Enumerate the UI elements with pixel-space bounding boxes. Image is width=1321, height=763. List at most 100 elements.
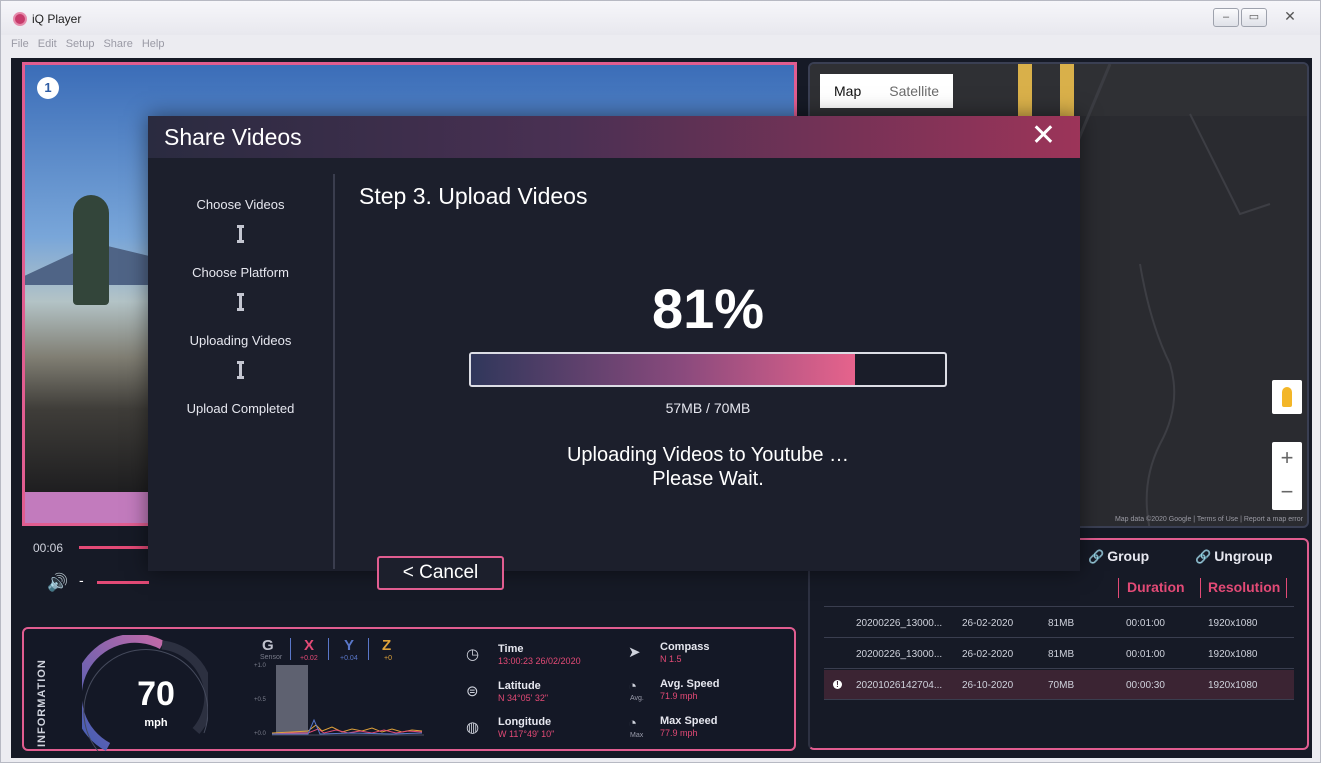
step-uploading-videos: Uploading Videos	[189, 333, 292, 348]
longitude-label: Longitude	[498, 716, 552, 728]
globe-icon: ⊜	[466, 683, 479, 700]
unlink-icon: 🔗	[1195, 549, 1212, 564]
column-separator	[1200, 578, 1201, 598]
cell-size: 81MB	[1048, 649, 1075, 660]
step-heading: Step 3. Upload Videos	[359, 183, 588, 209]
max-speed-label: Max Speed	[660, 715, 718, 727]
time-label: Time	[498, 643, 524, 655]
cell-resolution: 1920x1080	[1208, 649, 1258, 660]
alert-icon: !	[833, 680, 842, 689]
group-button-label: Group	[1107, 548, 1150, 564]
ungroup-button-label: Ungroup	[1214, 548, 1273, 564]
cell-name: 20201026142704...	[856, 680, 943, 691]
app-logo-icon	[13, 12, 27, 26]
map-credit[interactable]: Map data ©2020 Google | Terms of Use | R…	[1115, 516, 1303, 523]
dialog-header: Share Videos ✕	[148, 116, 1080, 158]
cell-resolution: 1920x1080	[1208, 618, 1258, 629]
gsensor-plot	[271, 665, 424, 736]
step-divider	[333, 174, 335, 569]
cell-date: 26-02-2020	[962, 618, 1014, 629]
volume-dash: -	[79, 572, 84, 588]
app-body: 1 00:06 🔊 - Map Satellite + − Map data ©…	[11, 58, 1312, 758]
cell-size: 81MB	[1048, 618, 1075, 629]
volume-slider[interactable]	[97, 581, 149, 584]
camera-number-badge[interactable]: 1	[37, 77, 59, 99]
compass-value: N 1.5	[660, 654, 682, 664]
time-value: 13:00:23 26/02/2020	[498, 656, 581, 666]
app-title: iQ Player	[32, 12, 82, 26]
seek-bar[interactable]	[79, 546, 149, 549]
speaker-icon[interactable]: 🔊	[47, 573, 68, 593]
upload-percent: 81%	[651, 277, 765, 340]
menu-help[interactable]: Help	[142, 38, 165, 54]
step-list: Choose Videos Choose Platform Uploading …	[148, 158, 333, 571]
group-button[interactable]: 🔗 Group	[1088, 548, 1149, 565]
step-connector	[237, 225, 244, 243]
table-row[interactable]: 20200226_13000... 26-02-2020 81MB 00:01:…	[824, 608, 1294, 638]
information-panel: INFORMATION 70 mph G Sensor X +0.02 Y +0…	[22, 627, 796, 752]
cell-date: 26-02-2020	[962, 649, 1014, 660]
max-icon-label: Max	[630, 732, 644, 739]
avg-speed-label: Avg. Speed	[660, 678, 720, 690]
header-rule	[824, 606, 1294, 607]
step-connector	[237, 293, 244, 311]
zoom-in-button[interactable]: +	[1272, 442, 1302, 476]
speed-value: 70	[137, 675, 175, 713]
speedometer-icon: ◔	[628, 678, 638, 695]
cell-name: 20200226_13000...	[856, 649, 943, 660]
ungroup-button[interactable]: 🔗 Ungroup	[1195, 548, 1273, 565]
max-speed-value: 77.9 mph	[660, 728, 698, 738]
app-window: iQ Player – ▭ ✕ File Edit Setup Share He…	[0, 0, 1321, 763]
cell-date: 26-10-2020	[962, 680, 1014, 691]
step-choose-platform: Choose Platform	[192, 265, 289, 280]
cell-size: 70MB	[1048, 680, 1075, 691]
speed-unit: mph	[144, 717, 168, 729]
tab-map[interactable]: Map	[820, 83, 875, 99]
speedometer-icon: ◔	[628, 715, 638, 732]
close-window-button[interactable]: ✕	[1277, 8, 1303, 27]
step-choose-videos: Choose Videos	[196, 197, 285, 212]
video-tree	[73, 195, 109, 305]
latitude-label: Latitude	[498, 680, 541, 692]
link-icon: 🔗	[1088, 549, 1105, 564]
street-view-pegman-icon[interactable]	[1272, 380, 1302, 414]
upload-message-line1: Uploading Videos to Youtube …	[566, 444, 850, 466]
cancel-button[interactable]: < Cancel	[377, 556, 504, 590]
zoom-out-button[interactable]: −	[1272, 476, 1302, 510]
avg-speed-value: 71.9 mph	[660, 691, 698, 701]
playback-timecode: 00:06	[33, 541, 64, 555]
cell-resolution: 1920x1080	[1208, 680, 1258, 691]
tab-satellite[interactable]: Satellite	[875, 83, 953, 99]
table-row[interactable]: 20200226_13000... 26-02-2020 81MB 00:01:…	[824, 639, 1294, 669]
compass-icon: ➤	[628, 644, 641, 661]
column-resolution[interactable]: Resolution	[1208, 579, 1280, 595]
close-dialog-button[interactable]: ✕	[1031, 120, 1056, 152]
upload-message: Uploading Videos to Youtube … Please Wai…	[468, 443, 948, 491]
menu-file[interactable]: File	[11, 38, 29, 54]
cell-name: 20200226_13000...	[856, 618, 943, 629]
menu-share[interactable]: Share	[103, 38, 132, 54]
step-upload-completed: Upload Completed	[186, 401, 295, 416]
share-videos-dialog: Share Videos ✕ Choose Videos Choose Plat…	[148, 116, 1080, 590]
cell-duration: 00:01:00	[1126, 649, 1165, 660]
cell-duration: 00:00:30	[1126, 680, 1165, 691]
dialog-title: Share Videos	[164, 124, 302, 150]
avg-icon-label: Avg.	[630, 695, 644, 702]
minimize-button[interactable]: –	[1213, 8, 1239, 27]
latitude-value: N 34°05' 32"	[498, 693, 549, 703]
upload-size-status: 57MB / 70MB	[665, 400, 751, 416]
zoom-control: + −	[1272, 442, 1302, 510]
information-label: INFORMATION	[36, 659, 48, 747]
compass-label: Compass	[660, 641, 710, 653]
column-separator	[1118, 578, 1119, 598]
upload-message-line2: Please Wait.	[652, 468, 764, 490]
menu-bar: File Edit Setup Share Help	[11, 38, 164, 54]
table-row-selected[interactable]: ! 20201026142704... 26-10-2020 70MB 00:0…	[824, 670, 1294, 700]
gsensor-chart: G Sensor X +0.02 Y +0.04 Z +0 +1.0 +0.5 …	[252, 635, 432, 741]
menu-setup[interactable]: Setup	[66, 38, 95, 54]
maximize-button[interactable]: ▭	[1241, 8, 1267, 27]
clock-icon: ◷	[466, 646, 480, 663]
menu-edit[interactable]: Edit	[38, 38, 57, 54]
column-separator	[1286, 578, 1287, 598]
column-duration[interactable]: Duration	[1127, 579, 1185, 595]
